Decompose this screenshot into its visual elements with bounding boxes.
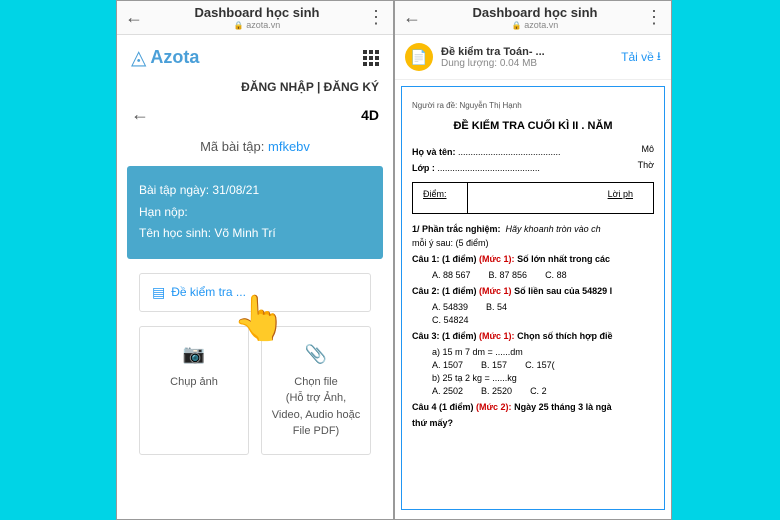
browser-bar: ← Dashboard học sinh 🔒 azota.vn ⋮ [117,1,393,35]
capture-photo-button[interactable]: 📷 Chụp ảnh [139,326,249,455]
logo-mark-icon: ◬ [131,45,146,70]
download-icon: ⭳ [657,47,661,68]
login-link[interactable]: ĐĂNG NHẬP [241,80,313,94]
phone-left: ← Dashboard học sinh 🔒 azota.vn ⋮ ◬ Azot… [116,0,394,520]
signup-link[interactable]: ĐĂNG KÝ [324,80,379,94]
info-card: Bài tập ngày: 31/08/21 Hạn nộp: Tên học … [127,166,383,259]
apps-grid-icon[interactable] [363,50,379,66]
document-icon: ▤ [152,284,165,301]
page-title: Dashboard học sinh [153,5,361,20]
action-row: 📷 Chụp ảnh 📎 Chọn file (Hỗ trợ Ảnh, Vide… [117,326,393,455]
exercise-code[interactable]: mfkebv [268,139,310,154]
url-text: azota.vn [246,20,280,30]
back-icon[interactable]: ← [131,104,149,125]
lock-icon: 🔒 [234,21,244,30]
lock-icon: 🔒 [512,21,522,30]
menu-dots-icon[interactable]: ⋮ [367,7,385,28]
url-text: azota.vn [524,20,558,30]
doc-title: ĐỀ KIỂM TRA CUỐI KÌ II . NĂM [412,120,654,132]
file-icon: 📄 [405,43,433,71]
choose-file-button[interactable]: 📎 Chọn file (Hỗ trợ Ảnh, Video, Audio ho… [261,326,371,455]
code-row: Mã bài tập: mfkebv [117,133,393,160]
download-title: Đề kiểm tra Toán- ... [441,46,613,58]
url-area[interactable]: Dashboard học sinh 🔒 azota.vn [153,5,361,30]
logo-text: Azota [150,47,199,68]
url-area[interactable]: Dashboard học sinh 🔒 azota.vn [431,5,639,30]
download-bar: 📄 Đề kiểm tra Toán- ... Dung lượng: 0.04… [395,35,671,80]
camera-icon: 📷 [148,341,240,368]
browser-bar: ← Dashboard học sinh 🔒 azota.vn ⋮ [395,1,671,35]
download-button[interactable]: Tải về ⭳ [621,47,661,68]
browser-back-icon[interactable]: ← [403,7,421,28]
left-content: ◬ Azota ĐĂNG NHẬP | ĐĂNG KÝ ← 4D Mã bài … [117,35,393,519]
page-title: Dashboard học sinh [431,5,639,20]
phone-right: ← Dashboard học sinh 🔒 azota.vn ⋮ 📄 Đề k… [394,0,672,520]
right-content: 📄 Đề kiểm tra Toán- ... Dung lượng: 0.04… [395,35,671,519]
exam-file-link[interactable]: ▤ Đề kiểm tra ... [139,273,371,312]
class-label: 4D [361,107,379,123]
document-preview[interactable]: Người ra đề: Nguyễn Thị Hạnh ĐỀ KIỂM TRA… [401,86,665,510]
browser-back-icon[interactable]: ← [125,7,143,28]
logo[interactable]: ◬ Azota [131,45,199,70]
auth-links: ĐĂNG NHẬP | ĐĂNG KÝ [117,80,393,100]
menu-dots-icon[interactable]: ⋮ [645,7,663,28]
paperclip-icon: 📎 [270,341,362,368]
